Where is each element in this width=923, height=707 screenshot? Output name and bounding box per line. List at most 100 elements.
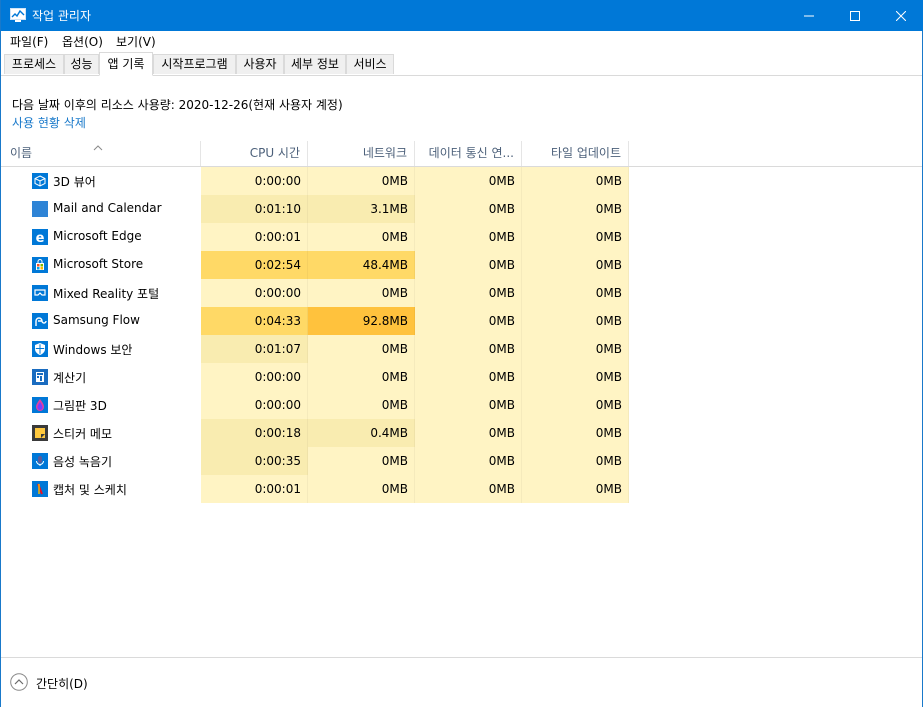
voice-recorder-icon [32, 453, 48, 469]
tile-update-cell: 0MB [522, 363, 629, 391]
cpu-time-cell: 0:00:35 [201, 447, 308, 475]
network-cell: 0MB [308, 279, 415, 307]
samsung-flow-icon [32, 313, 48, 329]
table-row[interactable]: Microsoft Store 0:02:54 48.4MB 0MB 0MB [1, 251, 629, 279]
table-row[interactable]: 계산기 0:00:00 0MB 0MB 0MB [1, 363, 629, 391]
tab-processes[interactable]: 프로세스 [4, 54, 64, 74]
app-name: 음성 녹음기 [53, 455, 113, 469]
mail-calendar-icon [32, 201, 48, 217]
app-name: Samsung Flow [53, 313, 140, 327]
cpu-time-cell: 0:00:00 [201, 167, 308, 195]
fewer-details-button[interactable]: 간단히(D) [36, 675, 88, 692]
menu-bar: 파일(F) 옵션(O) 보기(V) [1, 31, 922, 51]
sticky-notes-icon [32, 425, 48, 441]
cpu-time-cell: 0:01:10 [201, 195, 308, 223]
table-row[interactable]: Mail and Calendar 0:01:10 3.1MB 0MB 0MB [1, 195, 629, 223]
metered-cell: 0MB [415, 447, 522, 475]
app-name: Mail and Calendar [53, 201, 162, 215]
tab-services[interactable]: 서비스 [346, 54, 394, 74]
minimize-button[interactable] [786, 0, 832, 31]
tile-update-cell: 0MB [522, 419, 629, 447]
cpu-time-cell: 0:00:00 [201, 391, 308, 419]
menu-options[interactable]: 옵션(O) [62, 33, 103, 50]
app-name: 3D 뷰어 [53, 175, 96, 189]
network-cell: 3.1MB [308, 195, 415, 223]
snip-sketch-icon [32, 481, 48, 497]
maximize-button[interactable] [832, 0, 878, 31]
maximize-icon [850, 10, 860, 21]
network-cell: 0MB [308, 223, 415, 251]
table-row[interactable]: 스티커 메모 0:00:18 0.4MB 0MB 0MB [1, 419, 629, 447]
edge-icon: e [32, 229, 48, 246]
tab-users[interactable]: 사용자 [236, 54, 284, 74]
app-name: Windows 보안 [53, 343, 133, 357]
metered-cell: 0MB [415, 195, 522, 223]
tile-update-cell: 0MB [522, 475, 629, 503]
table-row[interactable]: Mixed Reality 포털 0:00:00 0MB 0MB 0MB [1, 279, 629, 307]
tab-performance[interactable]: 성능 [64, 54, 99, 74]
tab-startup[interactable]: 시작프로그램 [153, 54, 236, 74]
shield-icon [32, 341, 48, 357]
column-header-network[interactable]: 네트워크 [308, 141, 415, 166]
delete-usage-link[interactable]: 사용 현황 삭제 [12, 114, 86, 131]
table-row[interactable]: 캡처 및 스케치 0:00:01 0MB 0MB 0MB [1, 475, 629, 503]
metered-cell: 0MB [415, 279, 522, 307]
app-name: Microsoft Store [53, 257, 144, 271]
task-manager-window: 작업 관리자 파일(F) 옵션(O) 보기(V) 프로세스 성능 앱 기록 시작… [0, 0, 923, 707]
cpu-time-cell: 0:00:01 [201, 223, 308, 251]
network-cell: 0MB [308, 391, 415, 419]
menu-view[interactable]: 보기(V) [116, 33, 156, 50]
cpu-time-cell: 0:01:07 [201, 335, 308, 363]
table-row[interactable]: 그림판 3D 0:00:00 0MB 0MB 0MB [1, 391, 629, 419]
paint3d-icon [32, 397, 48, 413]
tile-update-cell: 0MB [522, 223, 629, 251]
network-cell: 0MB [308, 475, 415, 503]
tile-update-cell: 0MB [522, 251, 629, 279]
minimize-icon [804, 15, 814, 16]
tile-update-cell: 0MB [522, 279, 629, 307]
metered-cell: 0MB [415, 335, 522, 363]
close-button[interactable] [878, 0, 923, 31]
cpu-time-cell: 0:00:00 [201, 363, 308, 391]
table-row[interactable]: 음성 녹음기 0:00:35 0MB 0MB 0MB [1, 447, 629, 475]
store-icon [32, 257, 48, 273]
app-name: Microsoft Edge [53, 229, 142, 243]
column-header-name[interactable]: 이름 [1, 141, 201, 166]
tab-details[interactable]: 세부 정보 [284, 54, 346, 74]
metered-cell: 0MB [415, 307, 522, 335]
column-header-tile[interactable]: 타일 업데이트 [522, 141, 629, 166]
metered-cell: 0MB [415, 223, 522, 251]
menu-file[interactable]: 파일(F) [10, 33, 48, 50]
chevron-up-icon[interactable] [10, 673, 28, 694]
tile-update-cell: 0MB [522, 307, 629, 335]
title-bar[interactable]: 작업 관리자 [1, 0, 923, 31]
column-header-metered[interactable]: 데이터 통신 연... [415, 141, 522, 166]
svg-text:e: e [36, 231, 45, 245]
tile-update-cell: 0MB [522, 391, 629, 419]
column-header-cpu[interactable]: CPU 시간 [201, 141, 308, 166]
tab-app-history[interactable]: 앱 기록 [99, 52, 153, 76]
tile-update-cell: 0MB [522, 447, 629, 475]
tab-bar: 프로세스 성능 앱 기록 시작프로그램 사용자 세부 정보 서비스 [1, 51, 922, 76]
metered-cell: 0MB [415, 167, 522, 195]
app-name: 그림판 3D [53, 399, 107, 413]
calculator-icon [32, 369, 48, 385]
cpu-time-cell: 0:02:54 [201, 251, 308, 279]
cpu-time-cell: 0:00:00 [201, 279, 308, 307]
table-row[interactable]: Windows 보안 0:01:07 0MB 0MB 0MB [1, 335, 629, 363]
cpu-time-cell: 0:00:18 [201, 419, 308, 447]
table-row[interactable]: Samsung Flow 0:04:33 92.8MB 0MB 0MB [1, 307, 629, 335]
tile-update-cell: 0MB [522, 167, 629, 195]
task-manager-icon [10, 8, 26, 22]
table-row[interactable]: e Microsoft Edge 0:00:01 0MB 0MB 0MB [1, 223, 629, 251]
window-title: 작업 관리자 [32, 9, 92, 23]
app-name: 스티커 메모 [53, 427, 113, 441]
app-name: Mixed Reality 포털 [53, 287, 160, 301]
metered-cell: 0MB [415, 251, 522, 279]
app-name: 계산기 [53, 371, 87, 385]
network-cell: 0MB [308, 363, 415, 391]
metered-cell: 0MB [415, 391, 522, 419]
close-icon [896, 10, 906, 21]
network-cell: 92.8MB [308, 307, 415, 335]
table-row[interactable]: 3D 뷰어 0:00:00 0MB 0MB 0MB [1, 167, 629, 195]
